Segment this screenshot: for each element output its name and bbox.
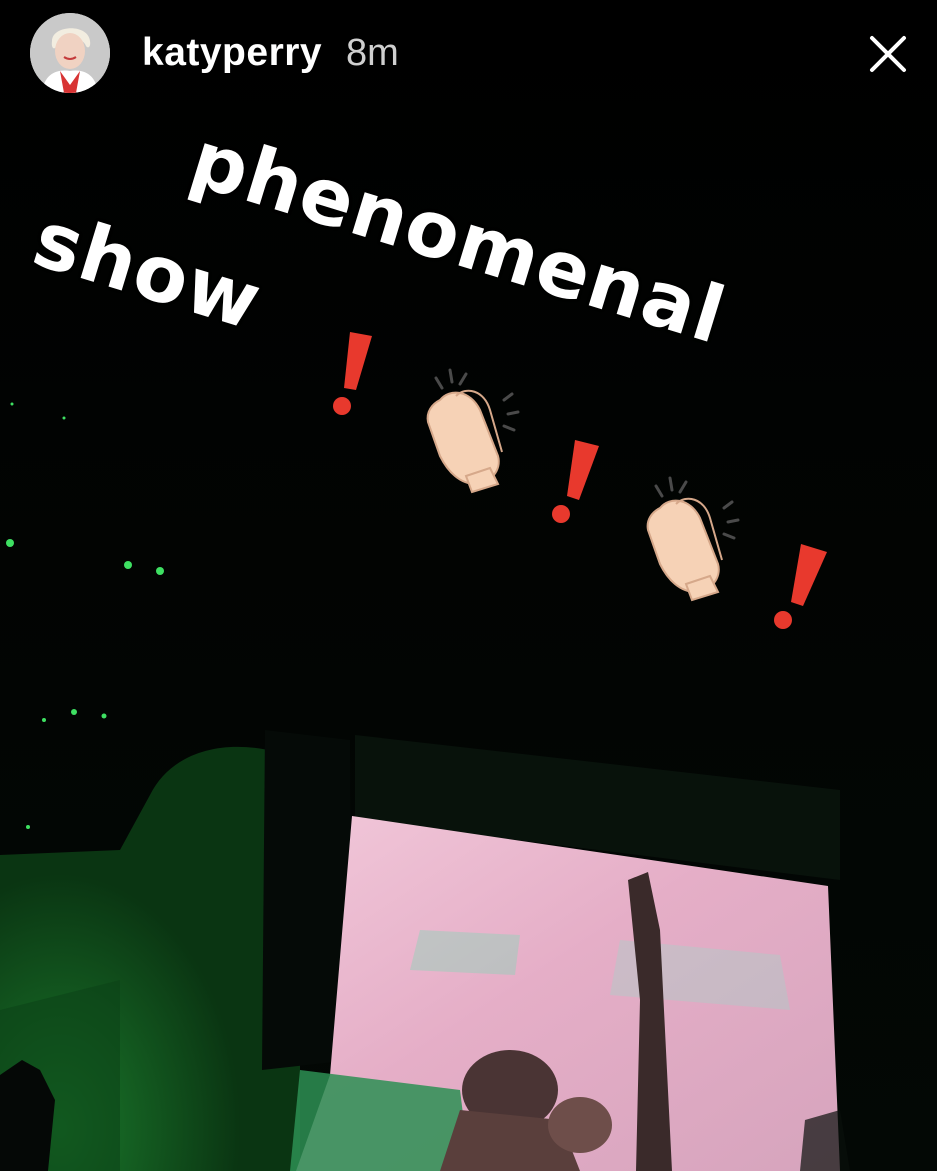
exclamation-icon <box>774 544 827 629</box>
exclamation-icon <box>333 332 372 415</box>
clapping-hands-icon <box>426 368 520 494</box>
clapping-hands-icon <box>646 476 740 602</box>
story-caption: phenomenal show <box>0 0 937 700</box>
story-viewer[interactable]: katyperry 8m phenomenal show <box>0 0 937 1171</box>
exclamation-icon <box>552 440 599 523</box>
caption-line-1: phenomenal <box>180 114 736 362</box>
caption-line-2: show <box>23 194 272 349</box>
